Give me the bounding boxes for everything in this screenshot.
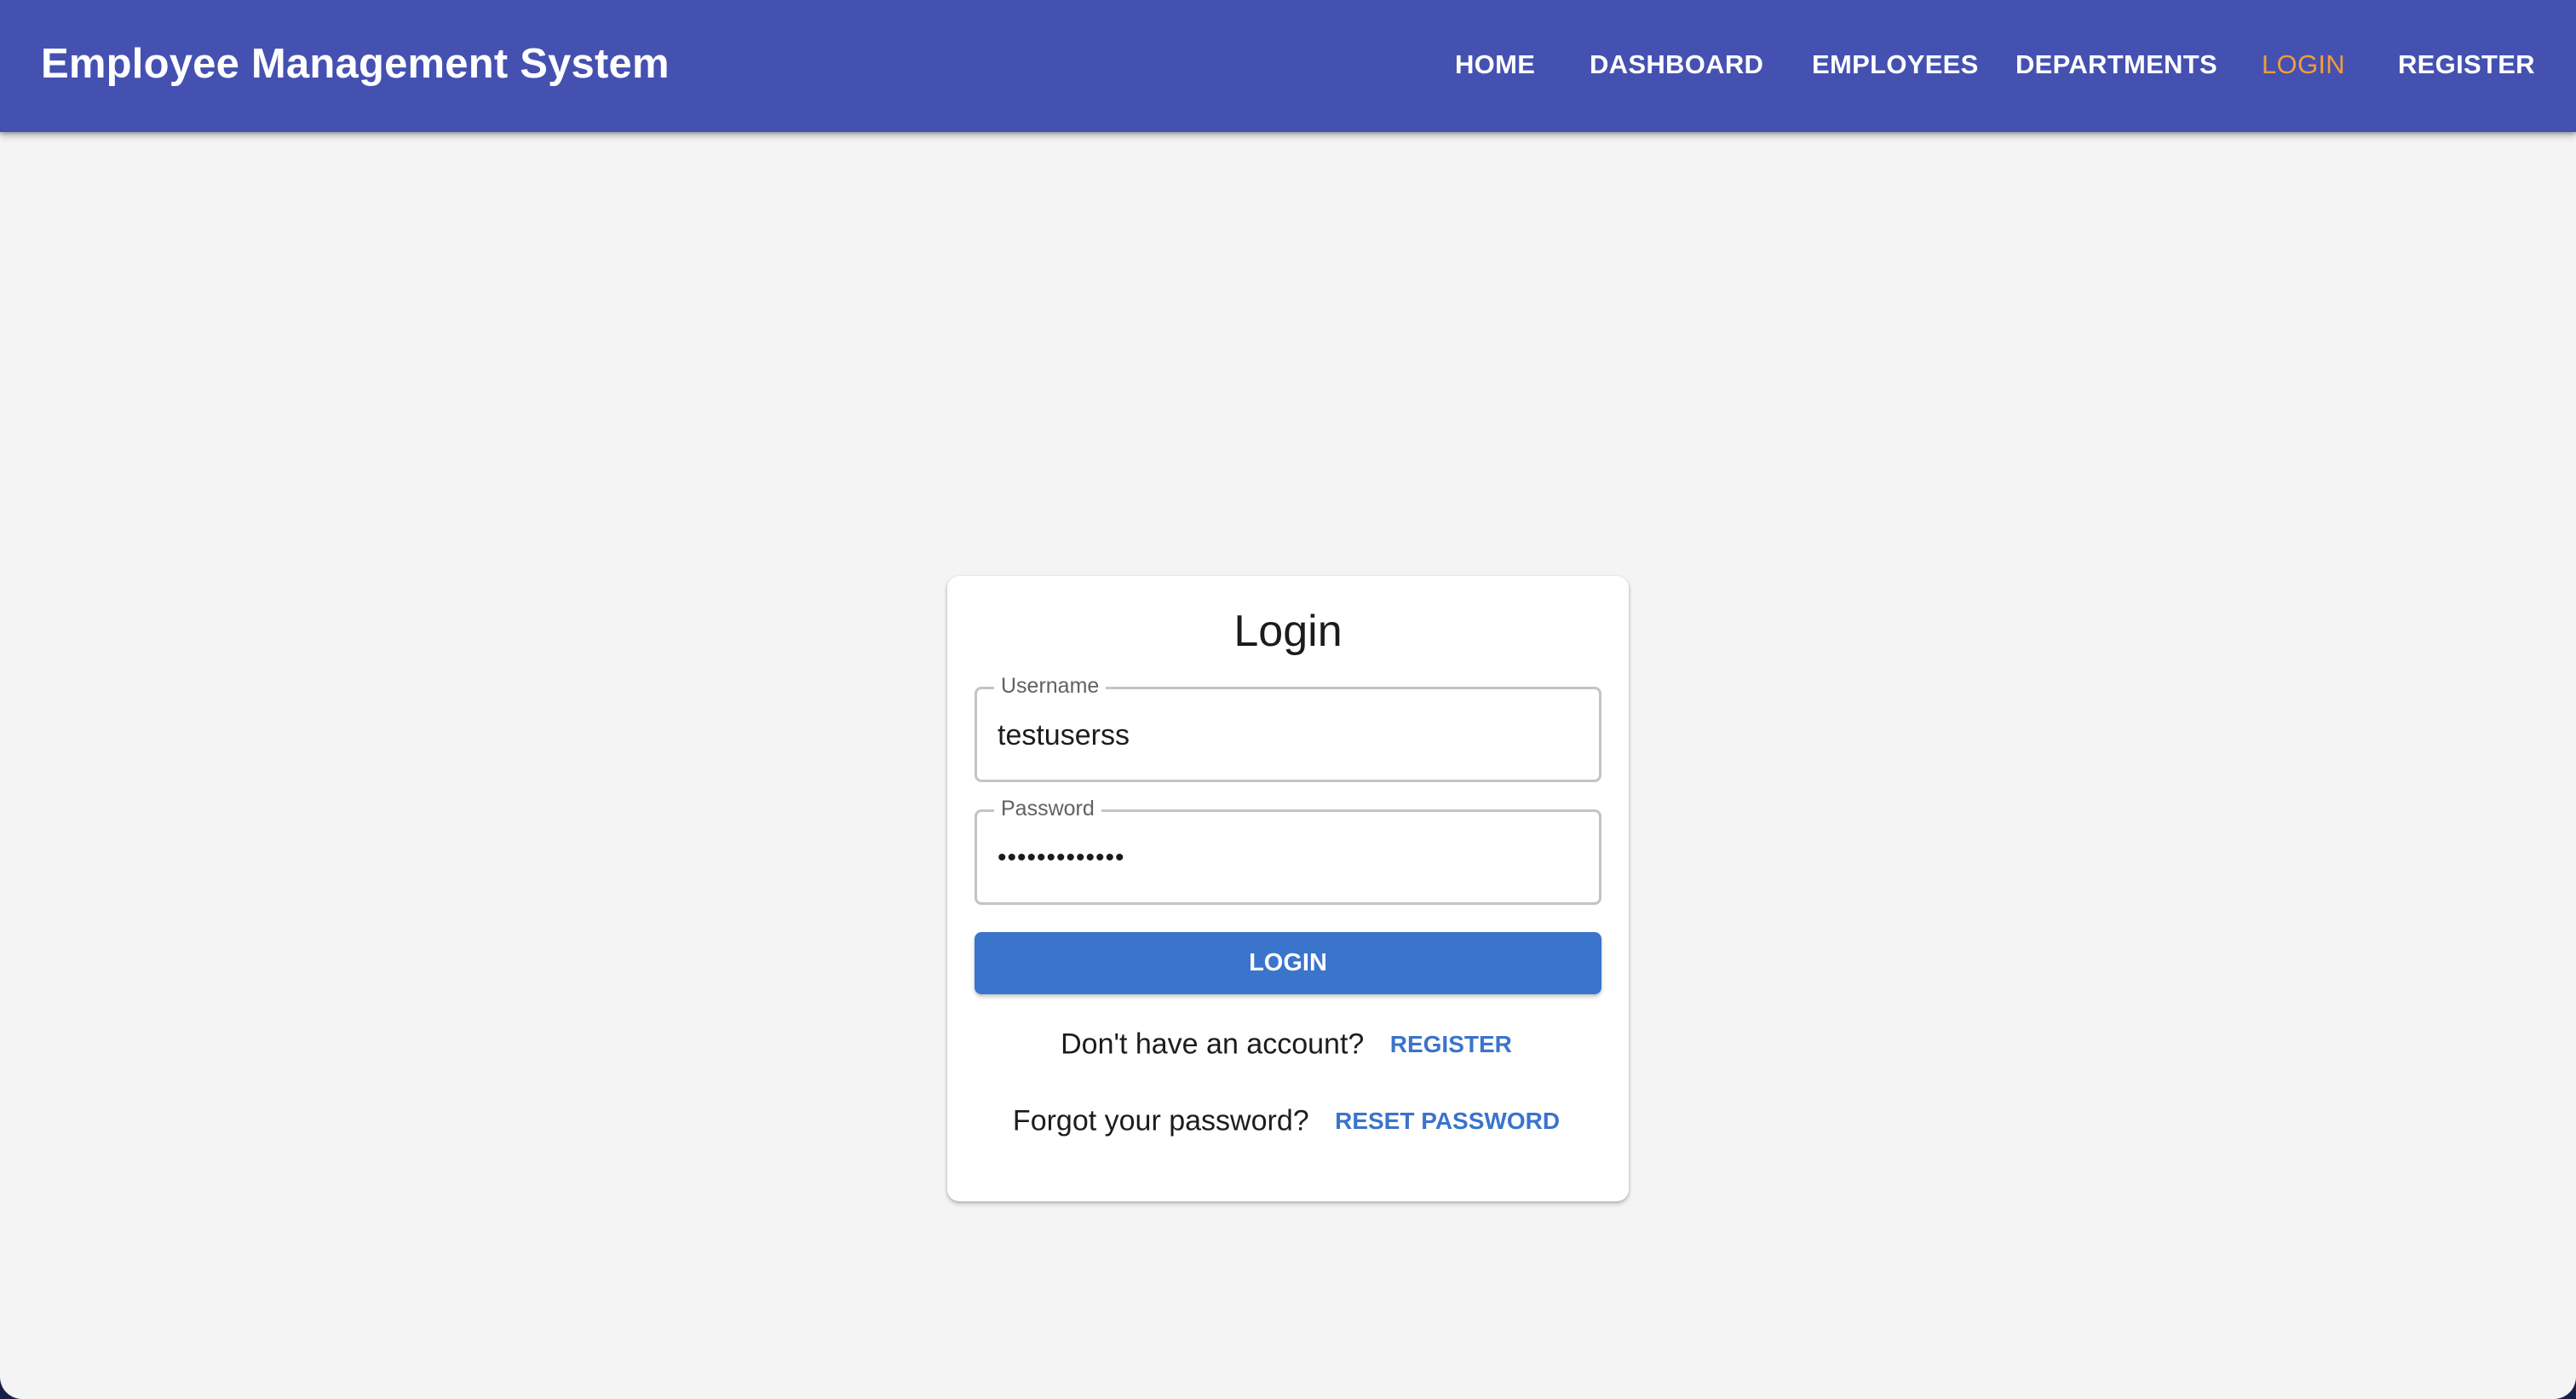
reset-prompt: Forgot your password? (1012, 1104, 1309, 1137)
nav-departments[interactable]: DEPARTMENTS (2015, 46, 2217, 83)
nav-login[interactable]: LOGIN (2262, 46, 2345, 83)
nav-employees[interactable]: EMPLOYEES (1812, 46, 1979, 83)
app-bar: Employee Management System HOME DASHBOAR… (0, 0, 2576, 132)
login-card: Login Username Password LOGIN Don't have… (947, 576, 1629, 1201)
login-button[interactable]: LOGIN (975, 932, 1601, 994)
reset-row: Forgot your password? RESET PASSWORD (947, 1104, 1629, 1138)
reset-password-link[interactable]: RESET PASSWORD (1331, 1104, 1563, 1138)
password-field: Password (975, 793, 1601, 905)
username-input[interactable] (998, 711, 1577, 759)
register-row: Don't have an account? REGISTER (947, 1028, 1629, 1062)
password-label: Password (994, 793, 1101, 824)
password-input[interactable] (998, 834, 1577, 882)
register-prompt: Don't have an account? (1061, 1028, 1365, 1061)
nav-home[interactable]: HOME (1455, 46, 1535, 83)
username-label: Username (994, 671, 1107, 701)
nav-register[interactable]: REGISTER (2398, 46, 2535, 83)
nav-dashboard[interactable]: DASHBOARD (1590, 46, 1763, 83)
username-field: Username (975, 671, 1601, 782)
app-title: Employee Management System (41, 41, 670, 87)
register-link[interactable]: REGISTER (1387, 1028, 1515, 1062)
app-window: Employee Management System HOME DASHBOAR… (0, 0, 2576, 1399)
login-title: Login (1233, 607, 1343, 656)
